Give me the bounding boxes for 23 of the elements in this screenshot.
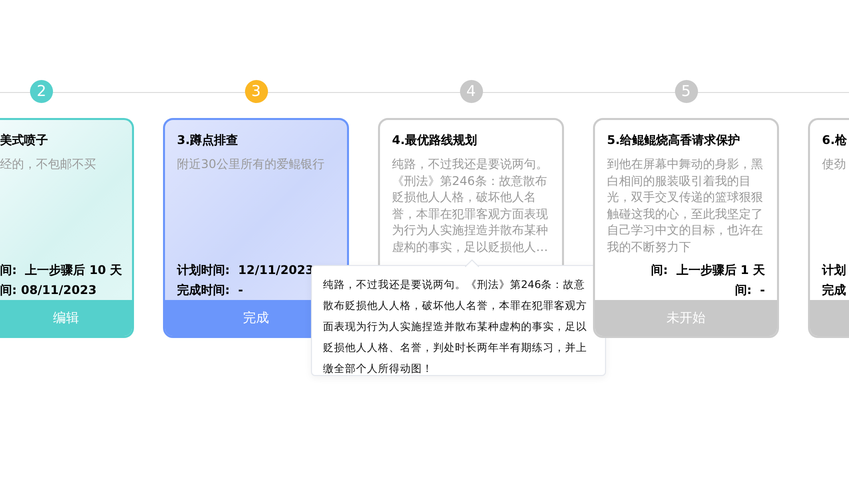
step-title: 5.给鲲鲲烧高香请求保护: [607, 132, 740, 148]
finished-time: 完成时间: -: [177, 282, 244, 299]
step-number: 2: [30, 80, 53, 103]
planned-time: 间: 上一步骤后 1 天: [651, 262, 765, 279]
finished-time: 完成: [822, 282, 846, 299]
step-action-button[interactable]: [810, 300, 849, 336]
planned-time: 计划: [822, 262, 846, 279]
step-number: 3: [244, 80, 268, 103]
step-description: 附近30公里所有的爱鲲银行: [177, 156, 326, 172]
step-title: 6.枪: [822, 132, 847, 148]
finished-time: 间: 08/11/2023: [0, 282, 97, 299]
step-title: 4.最优路线规划: [392, 132, 477, 148]
planned-time: 计划时间: 12/11/2023: [177, 262, 314, 279]
planned-time: 间: 上一步骤后 10 天: [0, 262, 122, 279]
step-description: 经的，不包邮不买: [0, 156, 97, 172]
step-description: 纯路，不过我还是要说两句。《刑法》第246条：故意散布贬损他人人格，破坏他人名誉，本罪在犯罪客观方面表现为行为人实施捏造并散布某种虚构的事实，足以贬损他人…: [392, 156, 549, 255]
step-title: 美式喷子: [0, 132, 48, 148]
finished-time: 间: -: [734, 282, 765, 299]
tooltip-arrow-icon: [465, 259, 479, 267]
step-title: 3.蹲点排查: [177, 132, 238, 148]
step-description: 到他在屏幕中舞动的身影，黑白相间的服装吸引着我的目光，双手交叉传递的篮球狠狠触碰这我的心，至此我坚定了自己学习中文的目标，也许在我的不断努力下: [607, 156, 764, 255]
step-description: 使劲: [822, 156, 847, 172]
step-action-button[interactable]: 编辑: [0, 300, 132, 336]
